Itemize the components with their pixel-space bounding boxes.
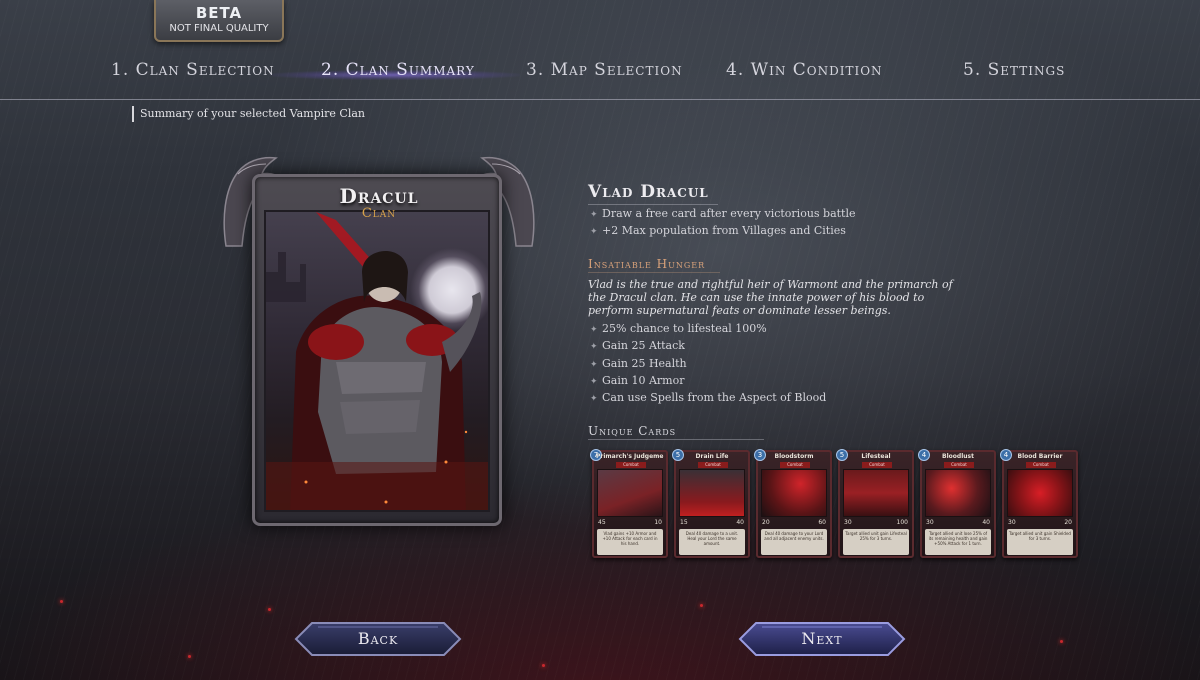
next-button-label: Next (801, 629, 843, 648)
card-bloodlust[interactable]: 4 Bloodlust Combat 30 40 Target allied un… (918, 449, 996, 558)
card-primarchs-judgement[interactable]: 7 Primarch's Judgement Combat 45 10 Vlad … (590, 449, 668, 558)
card-art (1007, 469, 1073, 517)
clan-portrait-card: Dracul Clan (218, 150, 540, 532)
bullet-icon: ✦ (590, 394, 598, 405)
ability-name: Insatiable Hunger (588, 257, 720, 273)
step-win-condition[interactable]: 4. Win Condition (726, 60, 883, 90)
card-stats: 45 10 (598, 519, 662, 526)
card-stats: 20 60 (762, 519, 826, 526)
setup-steps-nav: 1. Clan Selection 2. Clan Summary 3. Map… (0, 56, 1200, 100)
card-type: Combat (698, 462, 728, 468)
ember-particle (700, 604, 703, 607)
card-type: Combat (944, 462, 974, 468)
list-item: ✦ Gain 25 Attack (590, 337, 826, 354)
ability-effects-list: ✦ 25% chance to lifesteal 100% ✦ Gain 25 A… (590, 320, 826, 406)
page-subtitle: Summary of your selected Vampire Clan (132, 106, 365, 122)
card-blood-barrier[interactable]: 4 Blood Barrier Combat 30 20 Target allie… (1000, 449, 1078, 558)
card-art (597, 469, 663, 517)
clan-label: Clan (361, 206, 397, 221)
ember-particle (542, 664, 545, 667)
vlad-dracul-portrait-icon (266, 212, 488, 510)
hero-name: Vlad Dracul (588, 182, 718, 205)
card-type: Combat (616, 462, 646, 468)
card-text: Deal 40 damage to your Lord and all adja… (761, 529, 827, 555)
card-text: Target allied unit gain Lifesteal 25% fo… (843, 529, 909, 555)
list-item: ✦ +2 Max population from Villages and Cit… (590, 222, 856, 239)
list-item: ✦ 25% chance to lifesteal 100% (590, 320, 826, 337)
step-clan-summary[interactable]: 2. Clan Summary (321, 60, 475, 90)
bullet-icon: ✦ (590, 342, 598, 353)
ability-description: Vlad is the true and rightful heir of Wa… (588, 278, 953, 317)
hero-portrait (264, 210, 490, 512)
step-clan-selection[interactable]: 1. Clan Selection (111, 60, 275, 90)
card-art (925, 469, 991, 517)
ember-particle (60, 600, 63, 603)
unique-cards-title: Unique Cards (588, 424, 764, 440)
card-stats: 30 100 (844, 519, 908, 526)
beta-badge: BETA NOT FINAL QUALITY (154, 0, 284, 42)
back-button-label: Back (357, 629, 399, 648)
card-type: Combat (1026, 462, 1056, 468)
card-stats: 30 40 (926, 519, 990, 526)
beta-label: BETA (195, 4, 243, 22)
next-button[interactable]: Next (738, 621, 906, 657)
card-drain-life[interactable]: 5 Drain Life Combat 15 40 Deal 40 damage … (672, 449, 750, 558)
card-type: Combat (862, 462, 892, 468)
step-settings[interactable]: 5. Settings (963, 60, 1065, 90)
card-stats: 30 20 (1008, 519, 1072, 526)
card-text: Target allied unit gain Shielded for 3 t… (1007, 529, 1073, 555)
bullet-icon: ✦ (590, 227, 598, 238)
list-item: ✦ Draw a free card after every victorious… (590, 205, 856, 222)
hero-traits-list: ✦ Draw a free card after every victorious… (590, 205, 856, 240)
ember-particle (188, 655, 191, 658)
card-text: Vlad gains +10 Armor and +10 Attack for … (597, 529, 663, 555)
card-lifesteal[interactable]: 5 Lifesteal Combat 30 100 Target allied u… (836, 449, 914, 558)
card-art (761, 469, 827, 517)
step-map-selection[interactable]: 3. Map Selection (526, 60, 683, 90)
clan-name: Dracul (339, 184, 419, 208)
list-item: ✦ Gain 10 Armor (590, 372, 826, 389)
card-bloodstorm[interactable]: 3 Bloodstorm Combat 20 60 Deal 40 damage … (754, 449, 832, 558)
unique-cards-row: 7 Primarch's Judgement Combat 45 10 Vlad … (590, 449, 1080, 560)
beta-note: NOT FINAL QUALITY (169, 23, 269, 34)
card-type: Combat (780, 462, 810, 468)
card-text: Target allied unit lose 25% of its remai… (925, 529, 991, 555)
card-text: Deal 40 damage to a unit. Heal your Lord… (679, 529, 745, 555)
ember-particle (1060, 640, 1063, 643)
list-item: ✦ Gain 25 Health (590, 355, 826, 372)
card-stats: 15 40 (680, 519, 744, 526)
card-art (843, 469, 909, 517)
card-art (679, 469, 745, 517)
ember-particle (268, 608, 271, 611)
back-button[interactable]: Back (294, 621, 462, 657)
list-item: ✦ Can use Spells from the Aspect of Blood (590, 389, 826, 406)
